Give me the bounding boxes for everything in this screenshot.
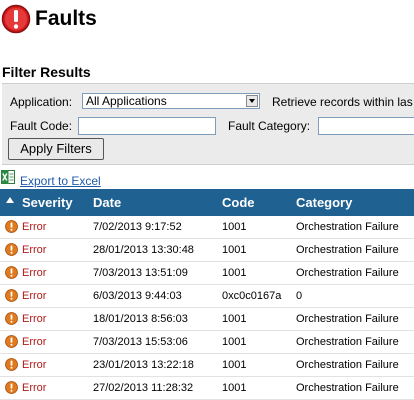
filter-panel: Application: All Applications Retrieve r… [2,83,414,165]
cell-severity[interactable]: Error [22,313,46,326]
chevron-down-icon[interactable] [246,95,258,107]
cell-category: Orchestration Failure [296,221,399,233]
cell-code: 0xc0c0167a [222,290,282,302]
table-row[interactable]: Error 7/02/2013 9:17:52 1001 Orchestration … [0,216,414,239]
cell-category: Orchestration Failure [296,382,399,394]
apply-filters-button[interactable]: Apply Filters [8,138,104,160]
cell-date: 6/03/2013 9:44:03 [93,290,182,302]
cell-code: 1001 [222,382,247,394]
cell-code: 1001 [222,359,247,371]
table-row[interactable]: Error 7/03/2013 13:51:09 1001 Orchestration… [0,262,414,285]
page-header: Faults [0,0,414,40]
excel-icon[interactable] [1,170,15,184]
retrieve-records-label: Retrieve records within las [272,95,413,109]
column-header-severity[interactable]: Severity [22,195,73,210]
error-severity-icon [5,266,18,279]
cell-code: 1001 [222,313,247,325]
application-select[interactable]: All Applications [82,93,260,109]
column-header-date[interactable]: Date [93,195,121,210]
cell-date: 18/01/2013 8:56:03 [93,313,188,325]
error-severity-icon [5,243,18,256]
cell-category: Orchestration Failure [296,244,399,256]
cell-category: Orchestration Failure [296,267,399,279]
export-to-excel-link[interactable]: Export to Excel [20,174,101,188]
fault-category-input[interactable] [318,117,414,135]
column-header-code[interactable]: Code [222,195,255,210]
error-severity-icon [5,358,18,371]
table-row[interactable]: Error 27/02/2013 11:28:32 1001 Orchestratio… [0,377,414,400]
error-severity-icon [5,335,18,348]
table-row[interactable]: Error 7/03/2013 15:53:06 1001 Orchestration… [0,331,414,354]
cell-severity[interactable]: Error [22,244,46,257]
cell-category: Orchestration Failure [296,359,399,371]
column-header-category[interactable]: Category [296,195,352,210]
cell-category: Orchestration Failure [296,313,399,325]
cell-category: Orchestration Failure [296,336,399,348]
filter-section-title: Filter Results [2,64,91,80]
sort-ascending-icon[interactable] [6,197,14,203]
cell-category: 0 [296,290,303,302]
export-row: Export to Excel [0,170,200,188]
cell-severity[interactable]: Error [22,382,46,395]
cell-date: 7/03/2013 13:51:09 [93,267,188,279]
cell-date: 28/01/2013 13:30:48 [93,244,194,256]
cell-code: 1001 [222,267,247,279]
cell-date: 7/02/2013 9:17:52 [93,221,182,233]
cell-code: 1001 [222,221,247,233]
cell-severity[interactable]: Error [22,267,46,280]
application-label: Application: [10,95,73,109]
fault-error-icon [1,4,31,34]
cell-code: 1001 [222,336,247,348]
fault-code-label: Fault Code: [10,119,73,133]
cell-severity[interactable]: Error [22,359,46,372]
table-row[interactable]: Error 18/01/2013 8:56:03 1001 Orchestration… [0,308,414,331]
page-title: Faults [35,7,97,30]
error-severity-icon [5,289,18,302]
error-severity-icon [5,220,18,233]
cell-date: 23/01/2013 13:22:18 [93,359,194,371]
fault-code-input[interactable] [78,117,216,135]
error-severity-icon [5,381,18,394]
cell-severity[interactable]: Error [22,221,46,234]
table-row[interactable]: Error 6/03/2013 9:44:03 0xc0c0167a 0 [0,285,414,308]
application-select-value: All Applications [86,94,167,108]
cell-severity[interactable]: Error [22,290,46,303]
fault-category-label: Fault Category: [228,119,311,133]
error-severity-icon [5,312,18,325]
cell-code: 1001 [222,244,247,256]
table-row[interactable]: Error 23/01/2013 13:22:18 1001 Orchestratio… [0,354,414,377]
table-header: Severity Date Code Category [0,189,414,216]
cell-severity[interactable]: Error [22,336,46,349]
cell-date: 27/02/2013 11:28:32 [93,382,194,394]
table-row[interactable]: Error 28/01/2013 13:30:48 1001 Orchestratio… [0,239,414,262]
cell-date: 7/03/2013 15:53:06 [93,336,188,348]
